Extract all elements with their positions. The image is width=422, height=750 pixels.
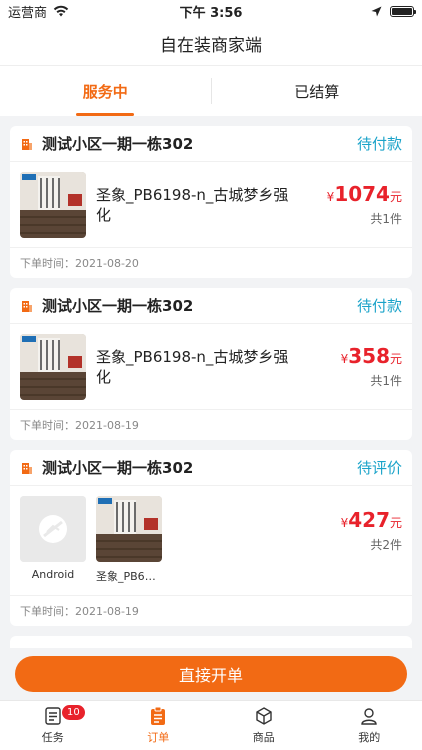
tabbar-item-profile[interactable]: 我的 xyxy=(317,701,422,750)
order-date: 下单时间：2021-08-20 xyxy=(20,257,139,270)
nav-bar: 自在装商家端 xyxy=(0,22,422,66)
order-card-header: 测试小区一期一栋302 待付款 xyxy=(10,288,412,324)
price-amount: 358 xyxy=(348,344,390,368)
building-icon xyxy=(22,462,32,474)
order-status: 待付款 xyxy=(356,135,402,153)
tab-in-service[interactable]: 服务中 xyxy=(0,66,211,116)
product-thumbnail xyxy=(20,333,86,400)
status-bar: 运营商 下午 3:56 xyxy=(0,0,422,22)
order-item[interactable]: 圣象_PB6198-n_古城梦乡强化 ¥1074元 共1件 xyxy=(10,162,412,248)
building-icon xyxy=(22,138,32,150)
product-thumbnail xyxy=(96,496,162,562)
order-card[interactable]: 测试小区一期一栋302 待付款 圣象_PB6198-n_古城梦乡强化 xyxy=(10,288,412,440)
price-block: ¥1074元 共1件 xyxy=(312,182,402,227)
bottom-tab-bar: 任务 10 订单 商品 我的 xyxy=(0,700,422,750)
order-date: 下单时间：2021-08-19 xyxy=(20,605,139,618)
placeholder-image-icon xyxy=(20,496,86,562)
tabbar-label: 商品 xyxy=(252,731,275,744)
order-card[interactable]: 测试小区一期一栋302 待评价 Android 圣象_PB61... ¥427元… xyxy=(10,450,412,626)
tabbar-item-product[interactable]: 商品 xyxy=(211,701,317,750)
price-unit: 元 xyxy=(389,516,402,530)
carrier-label: 运营商 xyxy=(8,5,48,21)
product-name: 圣象_PB6198-n_古城梦乡强化 xyxy=(96,185,289,224)
price-amount: 1074 xyxy=(334,182,390,206)
item-count: 共1件 xyxy=(370,374,402,388)
price-block: ¥427元 共2件 xyxy=(312,496,402,553)
order-list: 测试小区一期一栋302 待付款 圣象_PB6198-n_古城梦乡强化 ¥1074… xyxy=(10,126,412,656)
task-icon xyxy=(45,707,61,725)
tabbar-item-task[interactable]: 任务 10 xyxy=(0,701,106,750)
order-icon xyxy=(151,706,166,725)
item-count: 共1件 xyxy=(370,212,402,226)
price-unit: 元 xyxy=(389,352,402,366)
order-item[interactable]: 圣象_PB6198-n_古城梦乡强化 ¥358元 共1件 xyxy=(10,324,412,410)
community-name: 测试小区一期一栋302 xyxy=(42,459,194,477)
product-thumbnail xyxy=(20,171,86,238)
order-item: Android xyxy=(20,496,86,584)
building-icon xyxy=(22,300,32,312)
community-name: 测试小区一期一栋302 xyxy=(42,135,194,153)
item-label: Android xyxy=(31,568,75,581)
tabbar-label: 订单 xyxy=(147,731,170,744)
open-order-bar: 直接开单 xyxy=(0,648,422,700)
tab-label: 已结算 xyxy=(294,82,340,101)
status-time: 下午 3:56 xyxy=(179,5,243,21)
tabbar-label: 任务 xyxy=(41,731,64,744)
community-name: 测试小区一期一栋302 xyxy=(42,297,194,315)
open-order-button[interactable]: 直接开单 xyxy=(15,656,407,692)
product-icon xyxy=(256,707,272,725)
order-card-header: 测试小区一期一栋302 待评价 xyxy=(10,450,412,486)
item-label: 圣象_PB61... xyxy=(96,570,162,583)
profile-icon xyxy=(361,708,377,725)
tab-settled[interactable]: 已结算 xyxy=(212,66,422,116)
wifi-icon xyxy=(53,5,69,17)
order-card[interactable]: 测试小区一期一栋302 待付款 圣象_PB6198-n_古城梦乡强化 xyxy=(10,126,412,278)
order-tabs: 服务中 已结算 xyxy=(0,66,422,116)
task-badge: 10 xyxy=(62,705,85,720)
price-unit: 元 xyxy=(389,190,402,204)
order-item: 圣象_PB61... xyxy=(96,496,162,584)
order-card-header: 测试小区一期一栋302 待付款 xyxy=(10,126,412,162)
battery-icon xyxy=(390,5,416,17)
order-date: 下单时间：2021-08-19 xyxy=(20,419,139,432)
order-status: 待评价 xyxy=(356,459,402,477)
price-block: ¥358元 共1件 xyxy=(312,344,402,389)
tab-label: 服务中 xyxy=(82,82,128,101)
tabbar-item-order[interactable]: 订单 xyxy=(106,701,212,750)
price-amount: 427 xyxy=(348,508,390,532)
page-title: 自在装商家端 xyxy=(160,36,262,56)
location-arrow-icon xyxy=(371,6,382,16)
tabbar-label: 我的 xyxy=(358,731,381,744)
order-status: 待付款 xyxy=(356,297,402,315)
order-items[interactable]: Android 圣象_PB61... ¥427元 共2件 xyxy=(10,486,412,596)
item-count: 共2件 xyxy=(370,538,402,552)
product-name: 圣象_PB6198-n_古城梦乡强化 xyxy=(96,347,289,386)
